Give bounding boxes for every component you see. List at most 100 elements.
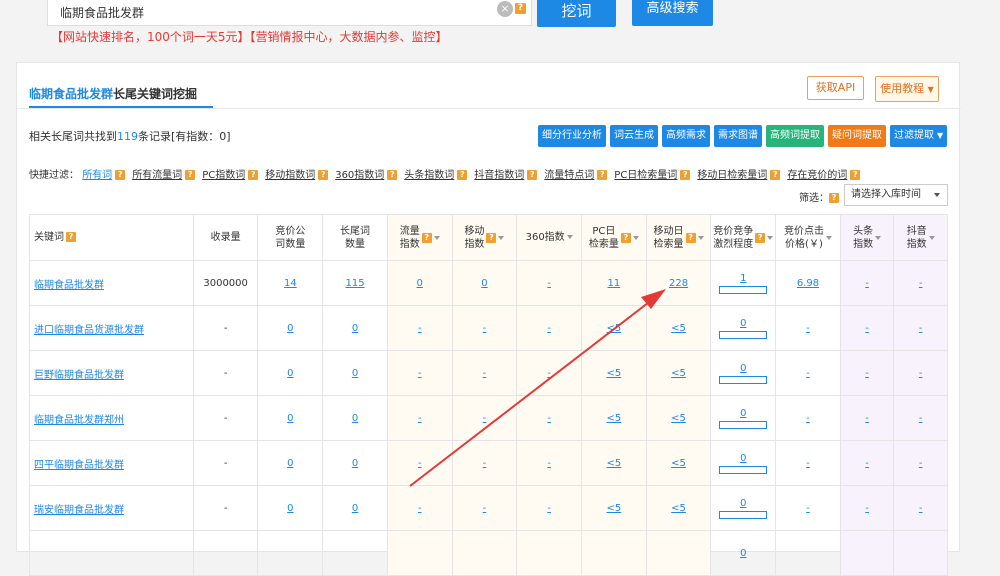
- value-link[interactable]: -: [806, 503, 810, 514]
- competition-value[interactable]: 0: [711, 498, 775, 509]
- value-link[interactable]: <5: [606, 368, 621, 379]
- column-header[interactable]: 竞价竞争 激烈程度?: [710, 214, 777, 261]
- help-icon[interactable]: ?: [527, 170, 538, 180]
- value-link[interactable]: -: [806, 323, 810, 334]
- value-link[interactable]: 0: [352, 503, 358, 514]
- column-header[interactable]: 竞价公 司数量: [257, 214, 324, 261]
- column-header[interactable]: 移动日 检索量?: [645, 214, 712, 261]
- sort-icon[interactable]: [697, 235, 704, 240]
- column-header[interactable]: 头条 指数: [839, 214, 895, 261]
- keyword-link[interactable]: 临期食品批发群郑州: [34, 415, 124, 426]
- help-icon[interactable]: ?: [829, 193, 839, 203]
- sort-icon[interactable]: [433, 235, 440, 240]
- competition-value[interactable]: 0: [711, 548, 775, 559]
- value-link[interactable]: -: [919, 278, 923, 289]
- help-icon[interactable]: ?: [620, 232, 631, 243]
- value-link[interactable]: <5: [671, 368, 686, 379]
- tool-button[interactable]: 高频词提取: [766, 125, 824, 147]
- help-icon[interactable]: ?: [597, 170, 608, 180]
- sort-icon[interactable]: [928, 235, 935, 240]
- value-link[interactable]: 0: [352, 458, 358, 469]
- competition-value[interactable]: 0: [711, 408, 775, 419]
- value-link[interactable]: -: [865, 323, 869, 334]
- competition-value[interactable]: 0: [711, 453, 775, 464]
- filter-link[interactable]: PC日检索量词: [614, 170, 677, 181]
- value-link[interactable]: -: [806, 413, 810, 424]
- value-link[interactable]: <5: [671, 458, 686, 469]
- clear-icon[interactable]: ×: [497, 1, 513, 17]
- value-link[interactable]: 11: [607, 278, 620, 289]
- value-link[interactable]: -: [483, 458, 487, 469]
- help-icon[interactable]: ?: [850, 170, 861, 180]
- value-link[interactable]: <5: [606, 503, 621, 514]
- value-link[interactable]: -: [919, 413, 923, 424]
- help-icon[interactable]: ?: [755, 232, 766, 243]
- value-link[interactable]: -: [547, 278, 551, 289]
- value-link[interactable]: <5: [606, 413, 621, 424]
- value-link[interactable]: -: [919, 458, 923, 469]
- filter-link[interactable]: 移动指数词: [265, 170, 315, 181]
- sort-icon[interactable]: [566, 235, 573, 240]
- search-input[interactable]: [48, 0, 468, 25]
- filter-link[interactable]: 抖音指数词: [474, 170, 524, 181]
- value-link[interactable]: -: [919, 503, 923, 514]
- value-link[interactable]: -: [418, 458, 422, 469]
- value-link[interactable]: -: [547, 368, 551, 379]
- dig-button[interactable]: 挖词: [537, 0, 616, 27]
- value-link[interactable]: -: [865, 503, 869, 514]
- help-icon[interactable]: ?: [66, 232, 76, 243]
- column-header[interactable]: 竞价点击 价格(￥): [775, 214, 841, 261]
- value-link[interactable]: <5: [606, 323, 621, 334]
- value-link[interactable]: 0: [352, 413, 358, 424]
- column-header[interactable]: 收录量: [192, 214, 259, 261]
- value-link[interactable]: 0: [287, 503, 293, 514]
- filter-link[interactable]: 流量特点词: [544, 170, 594, 181]
- value-link[interactable]: -: [865, 368, 869, 379]
- filter-link[interactable]: 头条指数词: [404, 170, 454, 181]
- help-icon[interactable]: ?: [421, 232, 432, 243]
- help-icon[interactable]: ?: [685, 232, 696, 243]
- help-icon[interactable]: ?: [115, 170, 126, 180]
- filter-link[interactable]: PC指数词: [202, 170, 245, 181]
- filter-link[interactable]: 存在竞价的词: [787, 170, 847, 181]
- value-link[interactable]: -: [418, 413, 422, 424]
- value-link[interactable]: 228: [669, 278, 688, 289]
- competition-value[interactable]: 1: [711, 273, 775, 284]
- value-link[interactable]: 0: [352, 323, 358, 334]
- value-link[interactable]: 0: [287, 458, 293, 469]
- competition-value[interactable]: 0: [711, 363, 775, 374]
- value-link[interactable]: 14: [284, 278, 297, 289]
- tool-button[interactable]: 细分行业分析: [538, 125, 606, 147]
- keyword-link[interactable]: 巨野临期食品批发群: [34, 370, 124, 381]
- promo-link[interactable]: 【网站快速排名，100个词一天5元】【营销情报中心，大数据内参、监控】: [51, 28, 448, 45]
- column-header[interactable]: PC日 检索量?: [581, 214, 647, 261]
- value-link[interactable]: -: [547, 458, 551, 469]
- tool-button[interactable]: 疑问词提取: [828, 125, 886, 147]
- filter-link[interactable]: 移动日检索量词: [697, 170, 767, 181]
- help-icon[interactable]: ?: [486, 232, 497, 243]
- column-header[interactable]: 360指数: [516, 214, 582, 261]
- value-link[interactable]: 0: [352, 368, 358, 379]
- value-link[interactable]: 0: [481, 278, 487, 289]
- sort-icon[interactable]: [632, 235, 639, 240]
- value-link[interactable]: -: [418, 323, 422, 334]
- help-icon[interactable]: ?: [457, 170, 468, 180]
- tool-button[interactable]: 词云生成: [610, 125, 658, 147]
- column-header[interactable]: 移动 指数?: [451, 214, 518, 261]
- help-icon[interactable]: ?: [185, 170, 196, 180]
- value-link[interactable]: -: [547, 503, 551, 514]
- help-icon[interactable]: ?: [248, 170, 259, 180]
- column-header[interactable]: 抖音 指数: [893, 214, 948, 261]
- filter-link[interactable]: 所有词: [82, 170, 112, 181]
- value-link[interactable]: -: [865, 413, 869, 424]
- column-header[interactable]: 关键词?: [29, 214, 194, 261]
- keyword-link[interactable]: 四平临期食品批发群: [34, 460, 124, 471]
- value-link[interactable]: -: [418, 503, 422, 514]
- tool-button[interactable]: 需求图谱: [714, 125, 762, 147]
- value-link[interactable]: <5: [671, 413, 686, 424]
- sort-icon[interactable]: [498, 235, 505, 240]
- keyword-link[interactable]: 临期食品批发群: [34, 280, 104, 291]
- keyword-link[interactable]: 瑞安临期食品批发群: [34, 505, 124, 516]
- value-link[interactable]: -: [865, 458, 869, 469]
- sort-icon[interactable]: [875, 235, 882, 240]
